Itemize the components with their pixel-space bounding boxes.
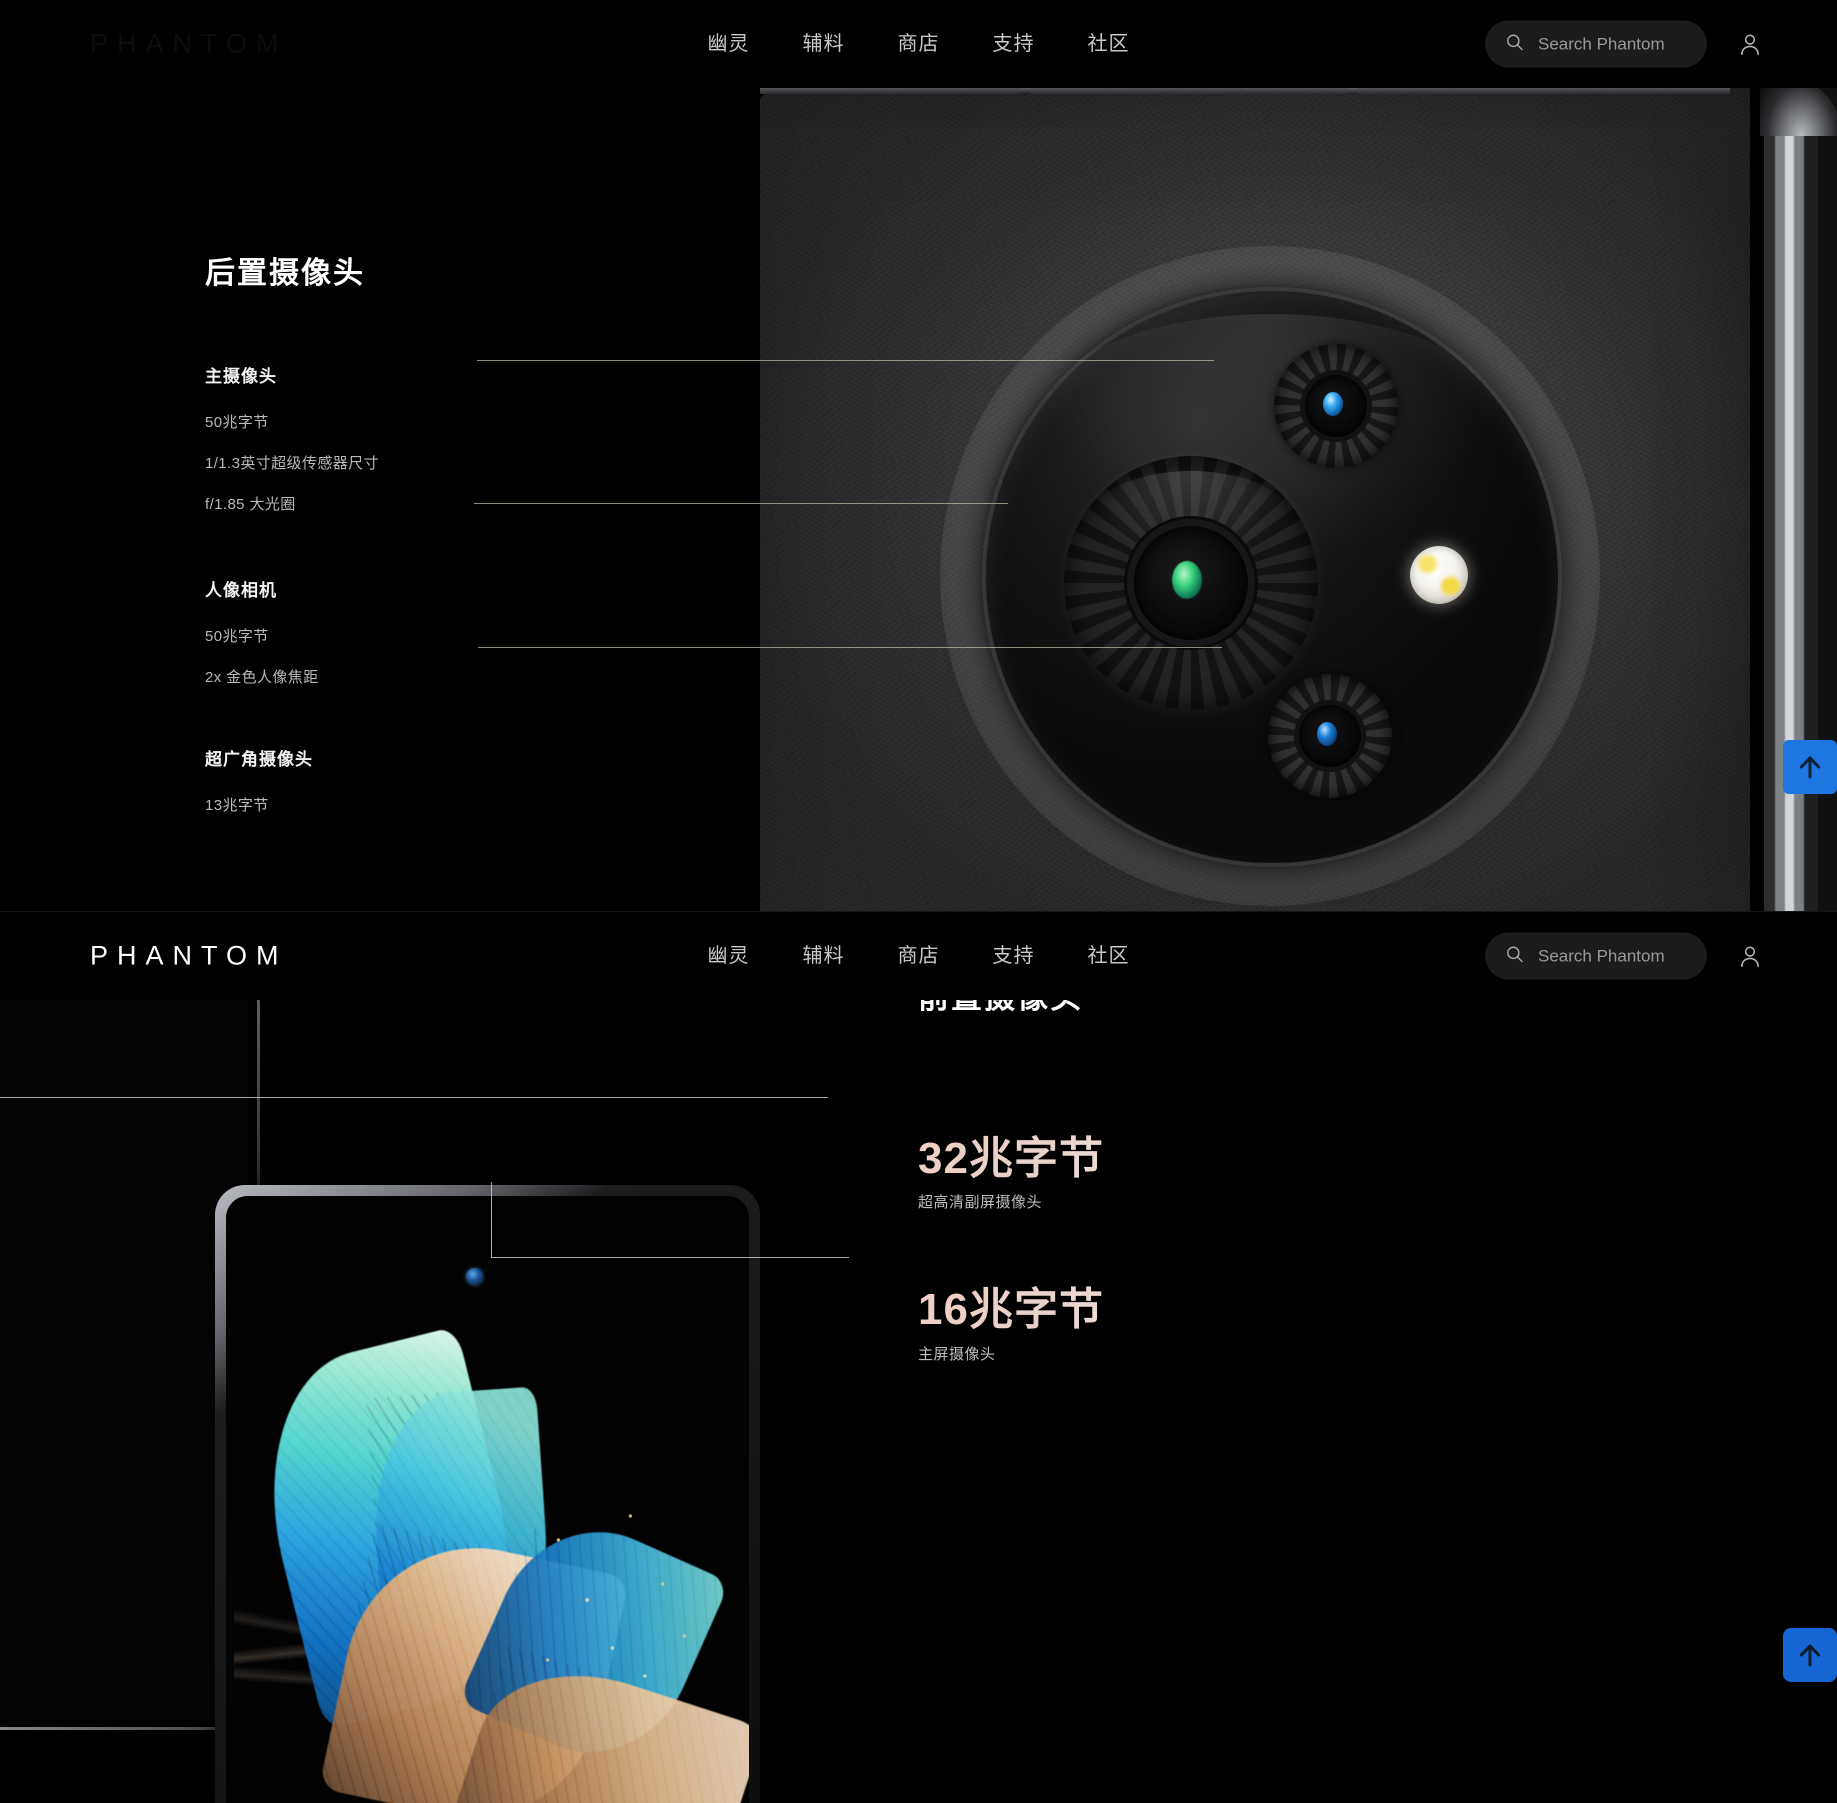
nav-link-support[interactable]: 支持	[993, 31, 1035, 57]
telephoto-lens	[1274, 344, 1398, 468]
spec-group-main-camera: 主摄像头 50兆字节 1/1.3英寸超级传感器尺寸 f/1.85 大光圈	[205, 362, 635, 514]
rear-camera-section: 后置摄像头 主摄像头 50兆字节 1/1.3英寸超级传感器尺寸 f/1.85 大…	[0, 0, 1837, 912]
arrow-up-icon	[1799, 1644, 1821, 1667]
front-punch-hole-camera	[466, 1268, 483, 1285]
nav-link-store[interactable]: 商店	[898, 31, 940, 57]
nav-link-accessory[interactable]: 辅料	[803, 943, 845, 969]
main-lens-glint	[1172, 561, 1202, 599]
nav-link-phantom[interactable]: 幽灵	[708, 31, 750, 57]
front-spec-caption: 主屏摄像头	[918, 1345, 996, 1363]
rear-spec-column: 后置摄像头 主摄像头 50兆字节 1/1.3英寸超级传感器尺寸 f/1.85 大…	[205, 248, 635, 861]
search-input[interactable]: Search Phantom	[1538, 946, 1665, 966]
spec-line: 50兆字节	[205, 628, 269, 645]
nav-link-support[interactable]: 支持	[993, 943, 1035, 969]
main-lens-inner	[1134, 526, 1248, 640]
brand-logo[interactable]: PHANTOM	[90, 941, 288, 972]
rail-notch-a	[1020, 88, 1030, 94]
scroll-to-top-button-2[interactable]	[1783, 1628, 1837, 1682]
wallpaper-particles	[526, 1496, 706, 1696]
search-input[interactable]: Search Phantom	[1538, 34, 1665, 54]
nav-right-1: Search Phantom	[1485, 20, 1767, 68]
nav-link-community[interactable]: 社区	[1088, 31, 1130, 57]
front-spec-column: 前置摄像头 32兆字节 超高清副屏摄像头 16兆字节 主屏摄像头	[918, 972, 1478, 1364]
cover-screen	[0, 1000, 248, 1720]
phone-top-rail	[760, 88, 1730, 94]
spec-line: 2x 金色人像焦距	[205, 669, 319, 686]
spec-line: 50兆字节	[205, 414, 269, 431]
unfolded-phone-body	[215, 1185, 760, 1803]
nav-link-community[interactable]: 社区	[1088, 943, 1130, 969]
callout-line-main-camera-horizontal	[491, 1257, 849, 1258]
nav-links-1: 幽灵 辅料 商店 支持 社区	[708, 31, 1130, 57]
arrow-up-icon	[1799, 756, 1821, 779]
nav-right-2: Search Phantom	[1485, 932, 1767, 980]
search-icon	[1505, 32, 1524, 56]
dual-led-flash	[1410, 546, 1468, 604]
main-screen	[226, 1196, 749, 1803]
nav-link-accessory[interactable]: 辅料	[803, 31, 845, 57]
top-navigation-bar-2: PHANTOM 幽灵 辅料 商店 支持 社区 Search Phantom	[0, 912, 1837, 1000]
top-navigation-bar-1: PHANTOM 幽灵 辅料 商店 支持 社区 Search Phantom	[0, 0, 1837, 88]
ultrawide-lens	[1268, 674, 1392, 798]
front-spec-value: 16兆字节	[918, 1285, 1478, 1334]
search-box[interactable]: Search Phantom	[1485, 932, 1707, 980]
nav-link-store[interactable]: 商店	[898, 943, 940, 969]
spec-line: f/1.85 大光圈	[205, 496, 296, 513]
page-root: 后置摄像头 主摄像头 50兆字节 1/1.3英寸超级传感器尺寸 f/1.85 大…	[0, 0, 1837, 1803]
front-spec-main: 16兆字节 主屏摄像头	[918, 1285, 1478, 1363]
front-spec-caption: 超高清副屏摄像头	[918, 1194, 1043, 1212]
rail-notch-b	[1348, 88, 1358, 94]
nav-link-phantom[interactable]: 幽灵	[708, 943, 750, 969]
spec-line: 1/1.3英寸超级传感器尺寸	[205, 455, 379, 472]
scroll-to-top-button-1[interactable]	[1783, 740, 1837, 794]
main-lens	[1064, 456, 1318, 710]
butterfly-wallpaper	[226, 1196, 749, 1803]
ultrawide-lens-inner	[1299, 705, 1361, 767]
spec-group-name: 超广角摄像头	[205, 750, 313, 769]
front-spec-cover: 32兆字节 超高清副屏摄像头	[918, 1134, 1478, 1212]
phone-back-panel	[760, 88, 1750, 912]
search-box[interactable]: Search Phantom	[1485, 20, 1707, 68]
callout-line-main-camera-vertical	[491, 1182, 492, 1258]
search-icon	[1505, 944, 1524, 968]
account-icon[interactable]	[1733, 27, 1767, 61]
telephoto-lens-glint	[1323, 392, 1343, 416]
front-camera-section: PHANTOM 幽灵 辅料 商店 支持 社区 Search Phantom 32…	[0, 912, 1837, 1803]
spec-group-ultrawide-camera: 超广角摄像头 13兆字节	[205, 745, 635, 815]
brand-logo[interactable]: PHANTOM	[90, 29, 288, 60]
front-spec-value: 32兆字节	[918, 1134, 1478, 1183]
account-icon[interactable]	[1733, 939, 1767, 973]
telephoto-lens-inner	[1305, 375, 1367, 437]
ultrawide-lens-glint	[1317, 722, 1337, 746]
spec-group-name: 人像相机	[205, 581, 277, 600]
callout-line-cover-camera	[0, 1097, 828, 1098]
spec-group-name: 主摄像头	[205, 367, 277, 386]
nav-links-2: 幽灵 辅料 商店 支持 社区	[708, 943, 1130, 969]
spec-group-portrait-camera: 人像相机 50兆字节 2x 金色人像焦距	[205, 576, 635, 687]
rear-section-title: 后置摄像头	[205, 257, 365, 290]
rear-phone-image	[760, 88, 1837, 912]
spec-line: 13兆字节	[205, 797, 269, 814]
